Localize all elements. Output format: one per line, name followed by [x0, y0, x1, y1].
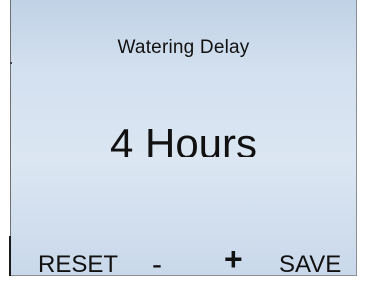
screen-title: Watering Delay	[117, 37, 250, 58]
edge-bar	[9, 236, 11, 276]
delay-value: 4 Hours	[109, 121, 258, 157]
reset-button[interactable]: RESET	[38, 250, 118, 280]
increment-button[interactable]: +	[224, 243, 243, 275]
save-button[interactable]: SAVE	[279, 250, 341, 280]
decrement-button[interactable]: -	[152, 250, 162, 280]
display-screen: Watering Delay 4 Hours	[10, 0, 357, 276]
edge-mark	[10, 62, 12, 64]
